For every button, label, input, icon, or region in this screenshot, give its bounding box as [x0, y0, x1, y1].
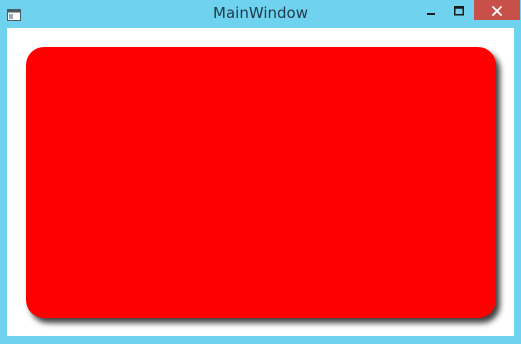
minimize-icon	[426, 1, 436, 20]
client-area	[7, 28, 514, 336]
main-window: MainWindow	[0, 0, 521, 344]
title-bar[interactable]: MainWindow	[0, 0, 521, 28]
maximize-button[interactable]	[446, 0, 472, 20]
minimize-button[interactable]	[418, 0, 444, 20]
close-button[interactable]	[474, 0, 520, 20]
red-rounded-rectangle	[26, 47, 496, 318]
maximize-icon	[454, 1, 464, 20]
close-icon	[492, 1, 502, 20]
